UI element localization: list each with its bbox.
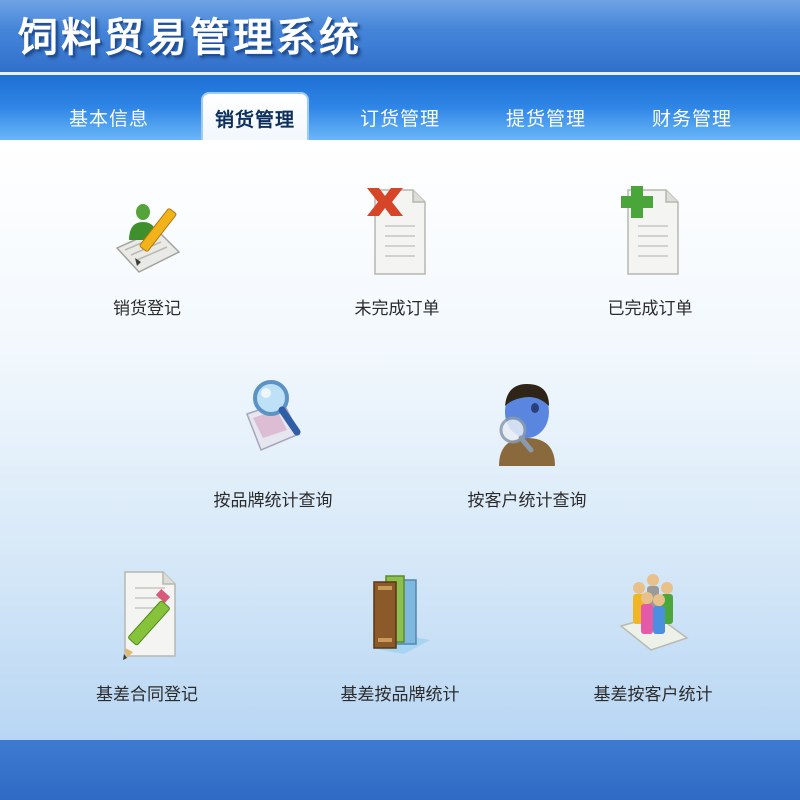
document-green-plus-icon <box>621 186 679 275</box>
basis-by-customer-statistics-item[interactable]: 基差按客户统计 <box>563 568 743 718</box>
brand-statistics-query-item[interactable]: 按品牌统计查询 <box>183 374 363 524</box>
tab-order-management[interactable]: 订货管理 <box>346 95 454 140</box>
sales-registration-item[interactable]: 销货登记 <box>57 182 237 332</box>
item-label: 基差按客户统计 <box>593 685 713 705</box>
customer-statistics-query-item[interactable]: 按客户统计查询 <box>437 374 617 524</box>
basis-contract-registration-item[interactable]: 基差合同登记 <box>57 568 237 718</box>
pencil-user-notepad-icon <box>115 204 181 273</box>
item-label: 销货登记 <box>113 299 181 319</box>
item-label: 按客户统计查询 <box>467 491 587 511</box>
item-label: 按品牌统计查询 <box>213 491 333 511</box>
document-red-x-icon <box>367 188 426 275</box>
tab-pickup-management[interactable]: 提货管理 <box>492 95 600 140</box>
document-pencil-icon <box>123 571 176 660</box>
completed-orders-item[interactable]: 已完成订单 <box>560 182 740 332</box>
magnifier-map-icon <box>246 380 301 451</box>
item-label: 基差按品牌统计 <box>340 685 460 705</box>
main-nav: 基本信息 销货管理 订货管理 提货管理 财务管理 <box>0 75 800 142</box>
item-label: 基差合同登记 <box>96 685 198 705</box>
tab-basic-info[interactable]: 基本信息 <box>55 95 163 140</box>
item-label: 已完成订单 <box>607 299 693 319</box>
app-header: 饲料贸易管理系统 <box>0 0 800 78</box>
basis-by-brand-statistics-item[interactable]: 基差按品牌统计 <box>310 568 490 718</box>
footer-bar <box>0 740 800 800</box>
people-group-icon <box>619 574 689 651</box>
main-content: 销货登记 未完成订单 已完成订单 按品牌统计查询 按客户统计查询 基差合同登记 … <box>0 140 800 740</box>
tab-sales-management[interactable]: 销货管理 <box>201 92 309 142</box>
app-title: 饲料贸易管理系统 <box>18 15 362 61</box>
item-label: 未完成订单 <box>354 299 440 319</box>
books-icon <box>372 575 430 654</box>
person-magnifier-icon <box>499 384 555 466</box>
tab-finance-management[interactable]: 财务管理 <box>638 95 746 140</box>
incomplete-orders-item[interactable]: 未完成订单 <box>307 182 487 332</box>
